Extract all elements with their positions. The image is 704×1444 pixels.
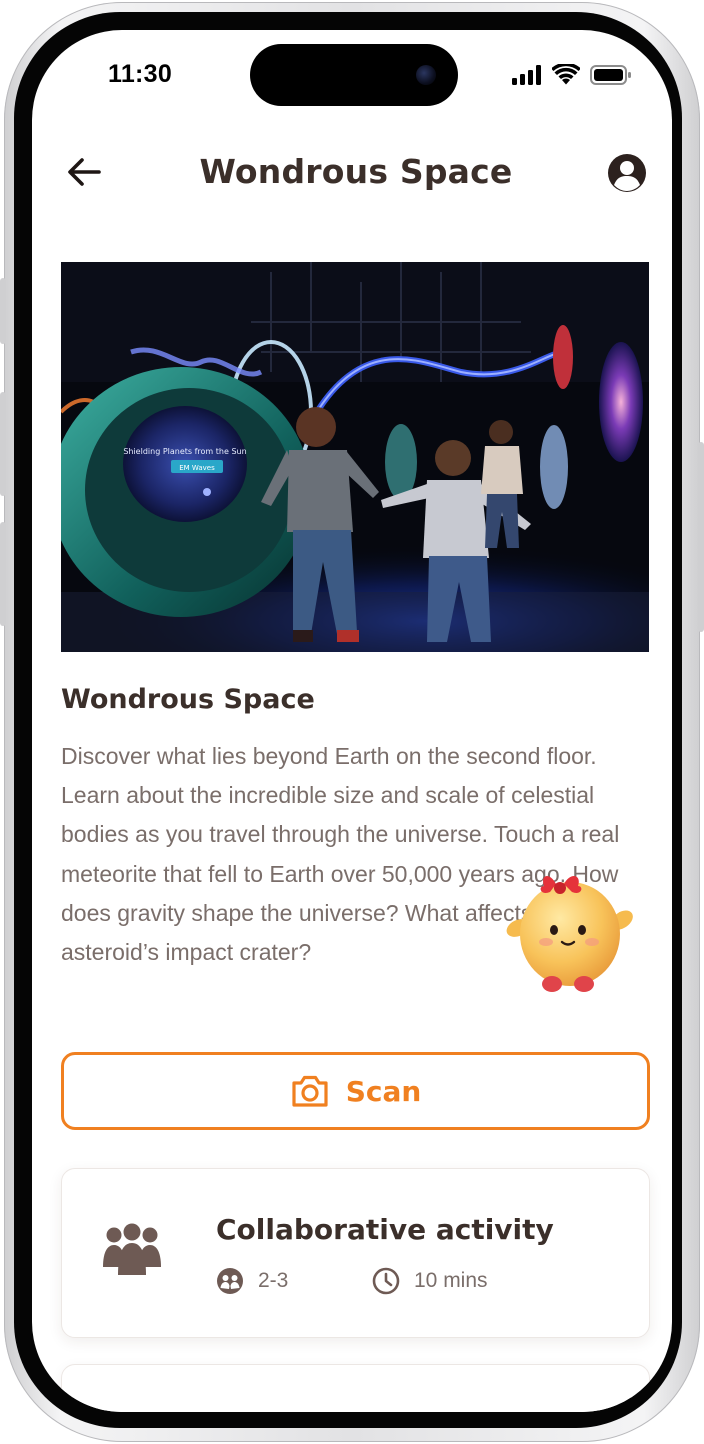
clock-icon (372, 1267, 400, 1295)
wifi-icon (552, 64, 580, 85)
user-circle-icon (608, 154, 646, 192)
activity-card-next[interactable] (61, 1364, 650, 1412)
people-icon (217, 1268, 243, 1294)
action-button (0, 278, 6, 344)
profile-button[interactable] (606, 152, 648, 194)
exhibit-photo: Shielding Planets from the Sun EM Waves (61, 262, 649, 652)
status-icons (512, 64, 632, 85)
volume-down-button (0, 522, 6, 626)
group-size: 2-3 (216, 1267, 288, 1295)
status-time: 11:30 (108, 60, 173, 88)
cellular-signal-icon (512, 64, 541, 85)
activity-title: Collaborative activity (216, 1213, 554, 1246)
group-size-value: 2-3 (258, 1269, 289, 1292)
hero-screen-badge: EM Waves (179, 464, 215, 472)
mascot-character (498, 866, 642, 1000)
dynamic-island (250, 44, 458, 106)
camera-icon (292, 1075, 328, 1107)
exhibit-title: Wondrous Space (61, 684, 315, 715)
activity-card[interactable]: Collaborative activity 2-3 10 mins (61, 1168, 650, 1338)
app-screen: 11:30 Wondrous Space Shielding Planets f… (32, 30, 672, 1412)
arrow-left-icon (68, 158, 101, 186)
power-button (698, 442, 704, 632)
front-camera (416, 65, 436, 85)
duration: 10 mins (372, 1267, 488, 1295)
volume-up-button (0, 392, 6, 496)
back-button[interactable] (62, 152, 106, 192)
duration-value: 10 mins (414, 1269, 488, 1292)
exhibit-photo-illustration: Shielding Planets from the Sun EM Waves (61, 262, 649, 652)
group-icon (100, 1221, 164, 1277)
scan-label: Scan (345, 1074, 422, 1108)
hero-screen-text: Shielding Planets from the Sun (123, 447, 246, 456)
battery-icon (590, 64, 631, 85)
scan-button[interactable]: Scan (61, 1052, 650, 1130)
page-title: Wondrous Space (199, 152, 513, 191)
